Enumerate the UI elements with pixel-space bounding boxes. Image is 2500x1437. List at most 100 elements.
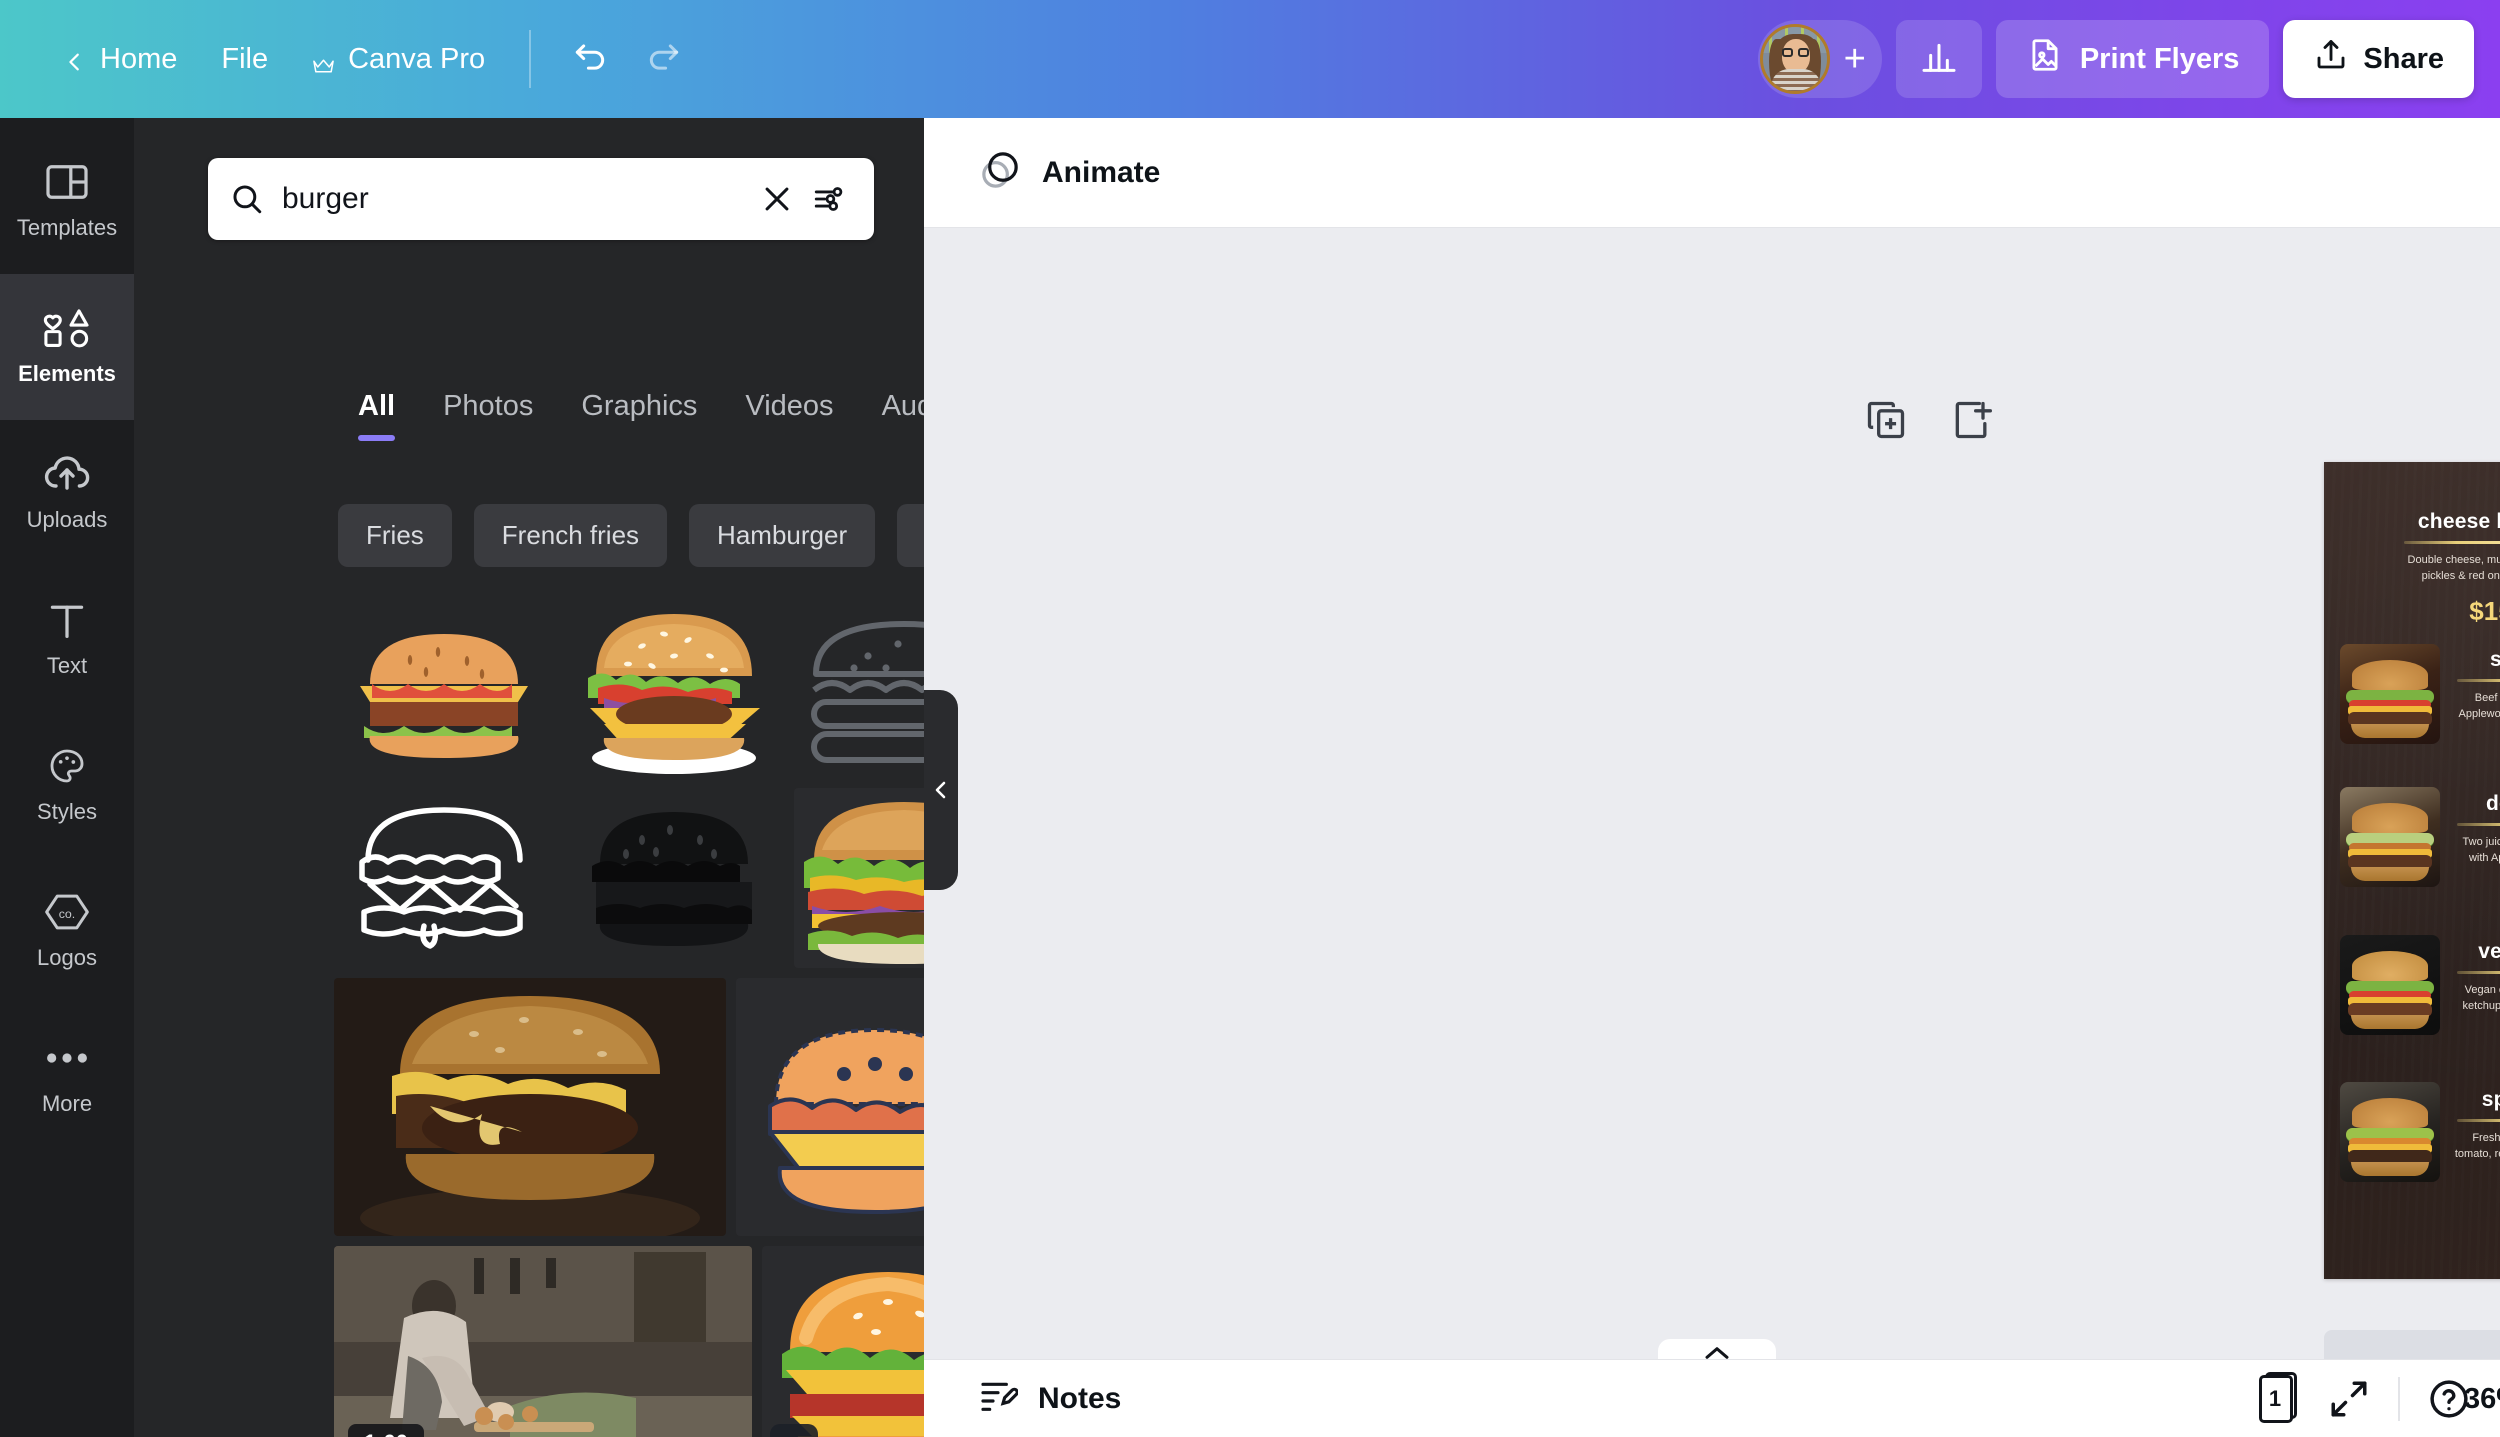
menu-item-double-beef: double beef Two juicy beef patties, BBQ … — [2448, 792, 2500, 925]
sidebar-label: Logos — [37, 945, 97, 970]
sidebar-item-text[interactable]: Text — [0, 566, 134, 712]
tab-graphics[interactable]: Graphics — [557, 390, 721, 441]
tab-all[interactable]: All — [334, 390, 419, 441]
canva-editor: Home File Canva Pro + Print Flyers Share… — [0, 0, 2500, 1437]
sidebar-item-more[interactable]: More — [0, 1004, 134, 1150]
sidebar-item-uploads[interactable]: Uploads — [0, 420, 134, 566]
sidebar-label: More — [41, 1091, 93, 1116]
search-results-grid: 1:00 — [334, 598, 924, 1437]
item-name: single beef — [2490, 648, 2500, 671]
result-cartoon-burger-pro[interactable] — [762, 1246, 924, 1437]
result-photo-cheese-melt-burger[interactable] — [334, 978, 726, 1236]
menu-item-single-beef: single beef Beef patties, BBQ sauce with… — [2448, 648, 2500, 781]
add-page-button[interactable] — [1950, 398, 1994, 442]
add-collaborator-icon: + — [1843, 38, 1866, 80]
animate-button[interactable]: Animate — [960, 138, 1178, 207]
item-price: $15 — [2448, 894, 2500, 925]
result-flat-burger-illustration[interactable] — [334, 598, 554, 778]
notes-edit-icon — [978, 1376, 1019, 1421]
print-flyers-label: Print Flyers — [2079, 42, 2240, 75]
redo-button[interactable] — [627, 22, 701, 96]
result-realistic-cheeseburger[interactable] — [564, 598, 784, 778]
notes-button[interactable]: Notes — [960, 1366, 1139, 1431]
toolbar-divider — [529, 30, 532, 88]
video-duration-badge: 1:00 — [348, 1424, 425, 1437]
result-row — [334, 978, 924, 1236]
item-photo-double-beef — [2340, 787, 2440, 887]
search-filter-button[interactable] — [806, 176, 852, 222]
item-name: cheese burger — [2417, 510, 2500, 533]
result-row — [334, 788, 924, 968]
menu-item-vegan-burger: vegan burger Vegan cheddar with vegan ma… — [2448, 940, 2500, 1073]
bottom-toolbar: Notes 36% 1 — [924, 1359, 2500, 1437]
search-input[interactable] — [264, 182, 748, 216]
item-name: double beef — [2485, 792, 2500, 815]
help-button[interactable] — [2426, 1376, 2472, 1422]
item-description: Double cheese, mustard, ketchup, pickles… — [2407, 554, 2500, 582]
duplicate-page-button[interactable] — [1864, 398, 1908, 442]
bottom-divider — [2398, 1377, 2400, 1421]
canva-pro-label: Canva Pro — [348, 42, 486, 75]
home-button[interactable]: Home — [42, 33, 199, 86]
sidebar-item-templates[interactable]: Templates — [0, 128, 134, 274]
result-row: 1:00 — [334, 1246, 924, 1437]
svg-text:co.: co. — [59, 907, 76, 921]
share-label: Share — [2363, 42, 2444, 75]
item-photo-single-beef — [2340, 644, 2440, 744]
redo-icon — [645, 38, 683, 81]
sidebar-item-logos[interactable]: co. Logos — [0, 858, 134, 1004]
sidebar-item-styles[interactable]: Styles — [0, 712, 134, 858]
insights-button[interactable] — [1895, 20, 1982, 98]
result-burger-outline-white[interactable] — [334, 788, 554, 968]
chip-hamburger[interactable]: Hamburger — [689, 504, 876, 567]
canva-pro-button[interactable]: Canva Pro — [290, 33, 507, 86]
item-photo-vegan-burger — [2340, 935, 2440, 1035]
crown-icon — [312, 50, 334, 73]
tab-audio[interactable]: Audio — [858, 390, 924, 441]
tab-videos[interactable]: Videos — [721, 390, 857, 441]
tab-photos[interactable]: Photos — [419, 390, 557, 441]
result-burger-line-icon-gray[interactable] — [794, 598, 924, 778]
collaborators-button[interactable]: + — [1757, 20, 1882, 98]
share-button[interactable]: Share — [2283, 20, 2474, 98]
elements-icon — [43, 307, 91, 349]
search-icon — [230, 182, 264, 216]
left-sidebar: Templates Elements Uploads Text Styles c… — [0, 118, 134, 1437]
top-toolbar-right: + Print Flyers Share — [1757, 0, 2474, 118]
sidebar-label: Templates — [16, 215, 118, 240]
result-video-chef-kitchen[interactable]: 1:00 — [334, 1246, 752, 1437]
animate-circles-icon — [978, 148, 1022, 197]
print-flyers-button[interactable]: Print Flyers — [1995, 20, 2270, 98]
item-divider — [2457, 1119, 2500, 1122]
clear-search-button[interactable] — [754, 176, 800, 222]
undo-button[interactable] — [553, 22, 627, 96]
suggestion-chips: Fries French fries Hamburger Pizza — [338, 504, 924, 567]
file-menu-button[interactable]: File — [199, 33, 290, 86]
item-divider — [2457, 679, 2500, 682]
collapse-panel-handle[interactable] — [924, 690, 958, 890]
sidebar-label: Text — [46, 653, 88, 678]
result-burger-sketch-black[interactable] — [564, 788, 784, 968]
undo-icon — [571, 38, 609, 81]
sidebar-label: Styles — [37, 799, 97, 824]
page-tools — [1864, 398, 1994, 442]
result-photo-burger-lettuce[interactable] — [794, 788, 924, 968]
chip-pizza[interactable]: Pizza — [897, 504, 924, 567]
sidebar-item-elements[interactable]: Elements — [0, 274, 134, 420]
chip-fries[interactable]: Fries — [338, 504, 452, 567]
design-page-1[interactable]: MENU cheese burger Double cheese, mustar… — [2324, 462, 2500, 1279]
text-icon — [43, 599, 91, 641]
elements-panel: All Photos Graphics Videos Audio Fries F… — [134, 118, 924, 1437]
result-cartoon-burger-blue-outline[interactable] — [736, 978, 924, 1236]
context-toolbar: Animate — [924, 118, 2500, 228]
menu-items-column: cheese burger Double cheese, mustard, ke… — [2324, 462, 2500, 1279]
item-name: spicy burger — [2481, 1088, 2500, 1111]
page-number: 1 — [2268, 1386, 2282, 1411]
page-manager-button[interactable]: 1 — [2254, 1372, 2300, 1426]
item-price: $15 — [2469, 596, 2500, 627]
top-toolbar: Home File Canva Pro + Print Flyers Share — [0, 0, 2500, 118]
result-row — [334, 598, 924, 778]
fullscreen-button[interactable] — [2326, 1376, 2372, 1422]
item-name: vegan burger — [2478, 940, 2500, 963]
chip-french-fries[interactable]: French fries — [473, 504, 668, 567]
